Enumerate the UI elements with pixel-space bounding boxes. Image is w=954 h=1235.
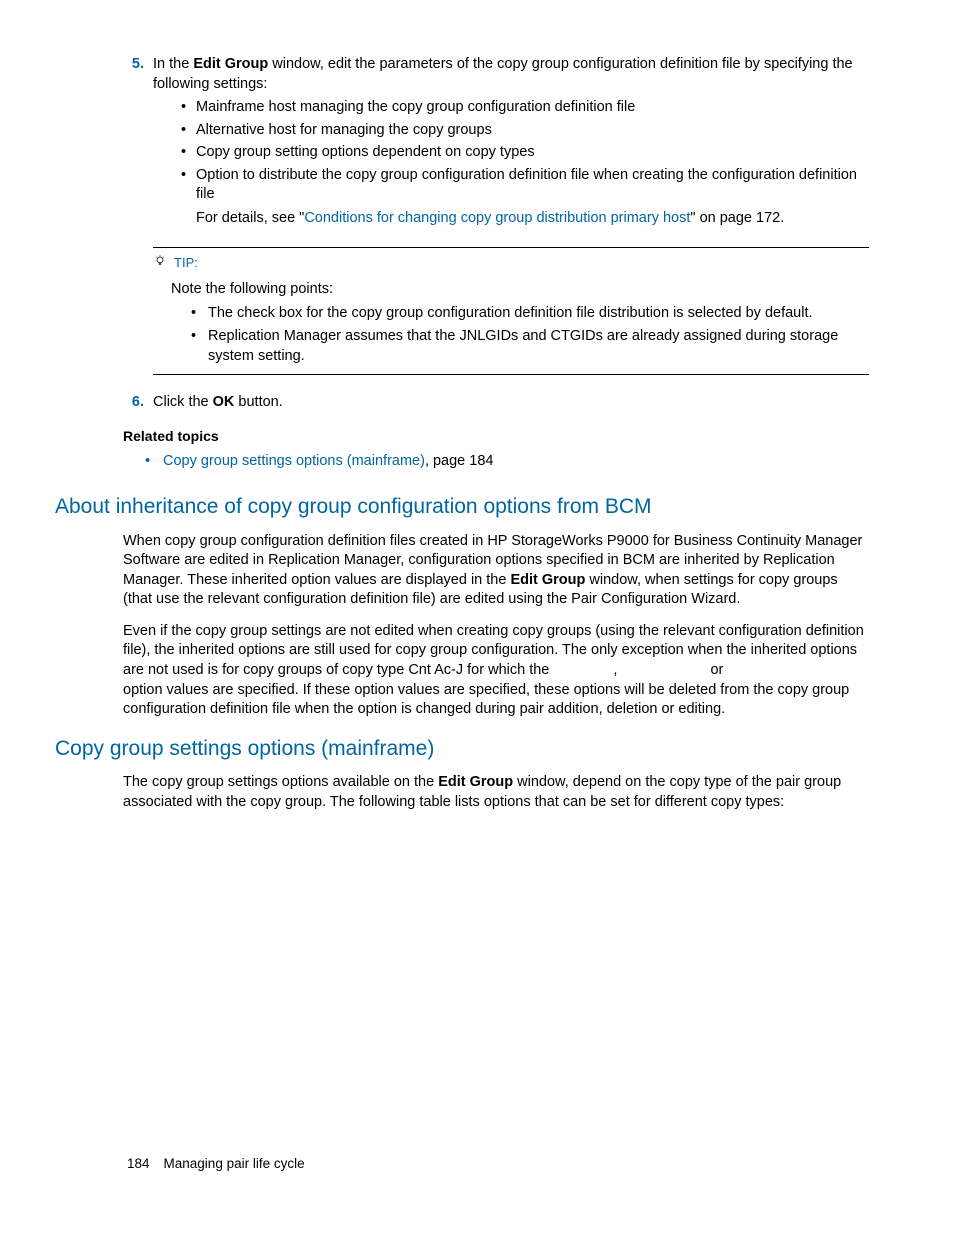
step-number-5: 5. [123, 55, 153, 233]
tip-point-2: Replication Manager assumes that the JNL… [191, 327, 869, 366]
page-footer: 184 Managing pair life cycle [127, 1155, 305, 1173]
step5-bullet-1: Mainframe host managing the copy group c… [181, 98, 869, 118]
step5-b4-detail-b: " on page 172. [690, 210, 784, 226]
step5-bullet-2: Alternative host for managing the copy g… [181, 121, 869, 141]
step6-bold: OK [213, 394, 235, 410]
tip-label: TIP: [174, 255, 198, 270]
lightbulb-icon [153, 254, 167, 275]
s1-p2-d: option values are specified. If these op… [123, 682, 849, 718]
s1-p2-c: or [706, 662, 727, 678]
related-page: , page 184 [425, 453, 494, 469]
step6-text-a: Click the [153, 394, 213, 410]
s1-p2-a: Even if the copy group settings are not … [123, 623, 864, 678]
page-number: 184 [127, 1156, 150, 1171]
heading-copy-group-settings: Copy group settings options (mainframe) [55, 735, 869, 763]
s1-p1-bold: Edit Group [510, 572, 585, 588]
related-topic-item: Copy group settings options (mainframe),… [145, 452, 869, 472]
s2-p1-a: The copy group settings options availabl… [123, 774, 438, 790]
tip-intro: Note the following points: [171, 280, 869, 300]
step5-bullet-3: Copy group setting options dependent on … [181, 143, 869, 163]
step5-b4-text: Option to distribute the copy group conf… [196, 167, 857, 203]
related-topics-heading: Related topics [123, 427, 869, 446]
step5-text-a: In the [153, 56, 193, 72]
tip-box: TIP: Note the following points: The chec… [153, 247, 869, 376]
footer-title: Managing pair life cycle [164, 1156, 305, 1171]
link-conditions-primary-host[interactable]: Conditions for changing copy group distr… [304, 210, 690, 226]
heading-inheritance-bcm: About inheritance of copy group configur… [55, 493, 869, 521]
step5-bullet-4: Option to distribute the copy group conf… [181, 166, 869, 229]
step5-bold: Edit Group [193, 56, 268, 72]
link-copy-group-settings[interactable]: Copy group settings options (mainframe) [163, 453, 425, 469]
step6-text-b: button. [234, 394, 282, 410]
step-number-6: 6. [123, 393, 153, 413]
s1-p2-b: , [613, 662, 621, 678]
s2-p1-bold: Edit Group [438, 774, 513, 790]
step5-b4-detail-a: For details, see " [196, 210, 304, 226]
tip-point-1: The check box for the copy group configu… [191, 304, 869, 324]
